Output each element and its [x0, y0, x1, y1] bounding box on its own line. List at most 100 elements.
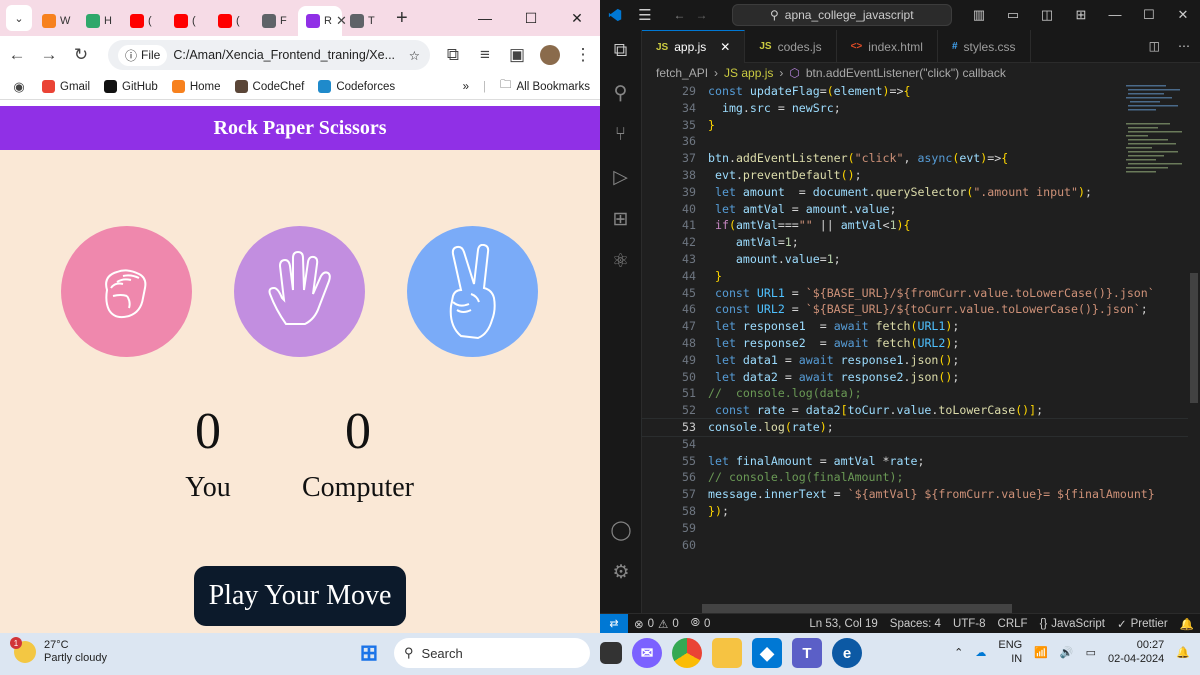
code-line[interactable]: 35} — [642, 117, 1200, 134]
browser-tab[interactable]: ( — [166, 6, 210, 36]
side-panel-icon[interactable]: ▣ — [508, 45, 526, 65]
battery-icon[interactable]: ▭ — [1086, 646, 1096, 659]
language-indicator[interactable]: ENG IN — [998, 638, 1022, 666]
chevron-up-icon[interactable]: ⌃ — [954, 646, 963, 659]
bookmark-codeforces[interactable]: Codeforces — [318, 80, 395, 93]
profile-avatar[interactable] — [540, 45, 560, 65]
code-line[interactable]: 47 let response1 = await fetch(URL1); — [642, 318, 1200, 335]
more-bookmarks-icon[interactable]: » — [463, 81, 469, 93]
code-line[interactable]: 43 amount.value=1; — [642, 251, 1200, 268]
start-icon[interactable]: ⊞ — [354, 638, 384, 668]
search-view-icon[interactable]: ⚲ — [600, 72, 641, 114]
encoding-status[interactable]: UTF-8 — [947, 618, 992, 630]
vscode-maximize-button[interactable]: ☐ — [1132, 7, 1166, 23]
code-line[interactable]: 46 const URL2 = `${BASE_URL}/${toCurr.va… — [642, 301, 1200, 318]
indentation-status[interactable]: Spaces: 4 — [884, 618, 947, 630]
code-line[interactable]: 44 } — [642, 268, 1200, 285]
tab-close-icon[interactable]: ✕ — [720, 40, 730, 54]
maximize-button[interactable]: ☐ — [508, 10, 554, 27]
more-actions-icon[interactable]: ⋯ — [1168, 39, 1200, 53]
notification-center-icon[interactable]: 🔔 — [1176, 646, 1190, 659]
editor-tab[interactable]: <> index.html — [837, 30, 938, 63]
eol-status[interactable]: CRLF — [992, 618, 1034, 630]
code-editor[interactable]: 29 const updateFlag=(element)=>{34 img.sr… — [641, 83, 1200, 613]
code-line[interactable]: 48 let response2 = await fetch(URL2); — [642, 335, 1200, 352]
taskbar-search[interactable]: ⚲ Search — [394, 638, 590, 668]
chrome-taskbar-icon[interactable] — [672, 638, 702, 668]
split-editor-icon[interactable]: ◫ — [1141, 39, 1168, 53]
code-line[interactable]: 56 // console.log(finalAmount); — [642, 469, 1200, 486]
settings-gear-icon[interactable]: ⚙ — [600, 551, 642, 593]
remote-icon[interactable]: ⇄ — [600, 613, 628, 633]
code-line[interactable]: 34 img.src = newSrc; — [642, 100, 1200, 117]
browser-tab[interactable]: F — [254, 6, 298, 36]
paper-choice[interactable] — [234, 226, 365, 357]
extensions-view-icon[interactable]: ⊞ — [600, 198, 641, 240]
vscode-close-button[interactable]: ✕ — [1166, 7, 1200, 23]
nav-forward-icon[interactable]: → — [696, 8, 708, 22]
code-line[interactable]: 53 console.log(rate); — [641, 417, 1200, 437]
code-line[interactable]: 37 btn.addEventListener("click", async(ev… — [642, 150, 1200, 167]
task-view-icon[interactable] — [600, 642, 622, 664]
code-line[interactable]: 41 if(amtVal==="" || amtVal<1){ — [642, 217, 1200, 234]
code-line[interactable]: 39 let amount = document.querySelector("… — [642, 184, 1200, 201]
command-center[interactable]: ⚲ apna_college_javascript — [731, 4, 952, 26]
code-line[interactable]: 36 — [642, 133, 1200, 150]
wifi-icon[interactable]: 📶 — [1034, 646, 1048, 659]
bookmark-gmail[interactable]: Gmail — [42, 80, 90, 93]
browser-tab[interactable]: ( — [122, 6, 166, 36]
weather-widget[interactable]: 1 27°C Partly cloudy — [10, 637, 107, 665]
chat-icon[interactable]: ✉ — [632, 638, 662, 668]
site-info-chip[interactable]: ⓘ File — [118, 44, 168, 66]
code-line[interactable]: 57 message.innerText = `${amtVal} ${fromC… — [642, 486, 1200, 503]
minimize-button[interactable]: — — [462, 10, 508, 27]
extensions-icon[interactable]: ⧉ — [444, 45, 462, 65]
code-line[interactable]: 58}); — [642, 503, 1200, 520]
problems-status[interactable]: ⊗ 0 ⚠ 0 — [628, 617, 685, 631]
bookmark-codechef[interactable]: CodeChef — [234, 80, 304, 93]
star-icon[interactable]: ☆ — [409, 48, 420, 63]
volume-icon[interactable]: 🔊 — [1060, 646, 1074, 659]
hamburger-menu-icon[interactable]: ☰ — [638, 6, 651, 24]
teams-icon[interactable]: T — [792, 638, 822, 668]
source-control-icon[interactable]: ⑂ — [600, 114, 641, 156]
account-icon[interactable]: ◯ — [600, 509, 642, 551]
customize-layout-icon[interactable]: ⊞ — [1064, 7, 1098, 23]
scrollbar-thumb[interactable] — [1190, 273, 1198, 403]
editor-tab[interactable]: JS codes.js — [745, 30, 837, 63]
close-button[interactable]: ✕ — [554, 10, 600, 27]
code-line[interactable]: 54 — [642, 436, 1200, 453]
vscode-minimize-button[interactable]: — — [1098, 7, 1132, 23]
globe-icon[interactable]: ◉ — [10, 79, 28, 95]
file-explorer-icon[interactable] — [712, 638, 742, 668]
edge-icon[interactable]: e — [832, 638, 862, 668]
clock[interactable]: 00:27 02-04-2024 — [1108, 638, 1164, 666]
editor-scrollbar[interactable] — [1188, 83, 1200, 613]
cursor-position[interactable]: Ln 53, Col 19 — [803, 618, 883, 630]
code-line[interactable]: 38 evt.preventDefault(); — [642, 167, 1200, 184]
code-line[interactable]: 45 const URL1 = `${BASE_URL}/${fromCurr.… — [642, 285, 1200, 302]
code-line[interactable]: 55 let finalAmount = amtVal *rate; — [642, 453, 1200, 470]
code-line[interactable]: 59 — [642, 520, 1200, 537]
reload-icon[interactable]: ↻ — [72, 45, 90, 65]
scissors-choice[interactable] — [407, 226, 538, 357]
code-line[interactable]: 40 let amtVal = amount.value; — [642, 201, 1200, 218]
code-line[interactable]: 50 let data2 = await response2.json(); — [642, 369, 1200, 386]
breadcrumb-file[interactable]: JS app.js — [724, 66, 773, 80]
menu-icon[interactable]: ⋮ — [574, 45, 592, 65]
notifications-icon[interactable]: 🔔 — [1174, 617, 1200, 631]
browser-tab[interactable]: R ✕ — [298, 6, 347, 36]
play-move-button[interactable]: Play Your Move — [194, 566, 406, 626]
forward-icon[interactable]: → — [40, 45, 58, 65]
code-line[interactable]: 29 const updateFlag=(element)=>{ — [642, 83, 1200, 100]
back-icon[interactable]: ← — [8, 45, 26, 65]
code-line[interactable]: 60 — [642, 537, 1200, 554]
code-line[interactable]: 49 let data1 = await response1.json(); — [642, 352, 1200, 369]
browser-tab[interactable]: T — [342, 6, 386, 36]
react-icon[interactable]: ⚛ — [600, 240, 641, 282]
ports-status[interactable]: ⦾ 0 — [685, 617, 717, 630]
editor-tab[interactable]: JS app.js ✕ — [642, 30, 746, 63]
browser-tab[interactable]: H — [78, 6, 122, 36]
browser-tab[interactable]: W — [34, 6, 78, 36]
onedrive-icon[interactable]: ☁ — [975, 646, 986, 659]
